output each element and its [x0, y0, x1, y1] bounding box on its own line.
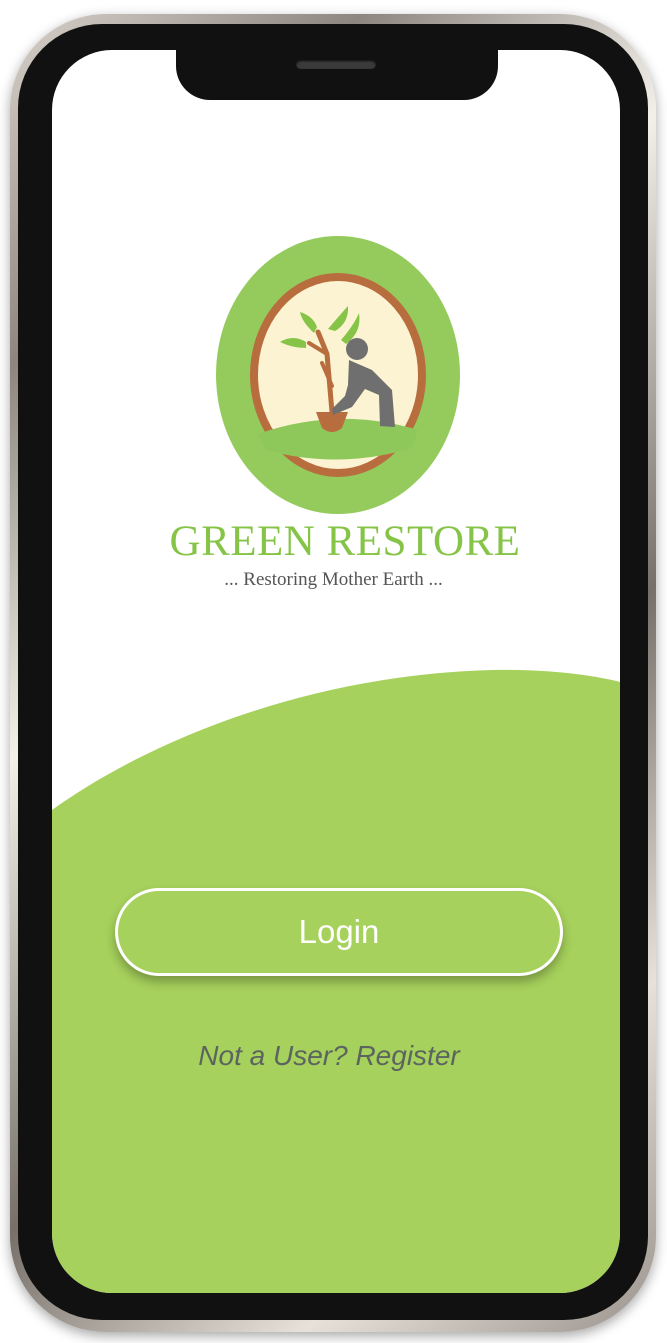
speaker-grille — [296, 60, 376, 69]
phone-notch — [176, 42, 498, 100]
app-mockup: GREEN RESTORE ... Restoring Mother Earth… — [0, 0, 667, 1343]
login-button[interactable]: Login — [115, 888, 563, 976]
register-link[interactable]: Not a User? Register — [0, 1042, 658, 1070]
brand-title: GREEN RESTORE — [169, 518, 521, 565]
brand-tagline: ... Restoring Mother Earth ... — [224, 569, 443, 590]
planting-tree-icon — [216, 236, 460, 514]
